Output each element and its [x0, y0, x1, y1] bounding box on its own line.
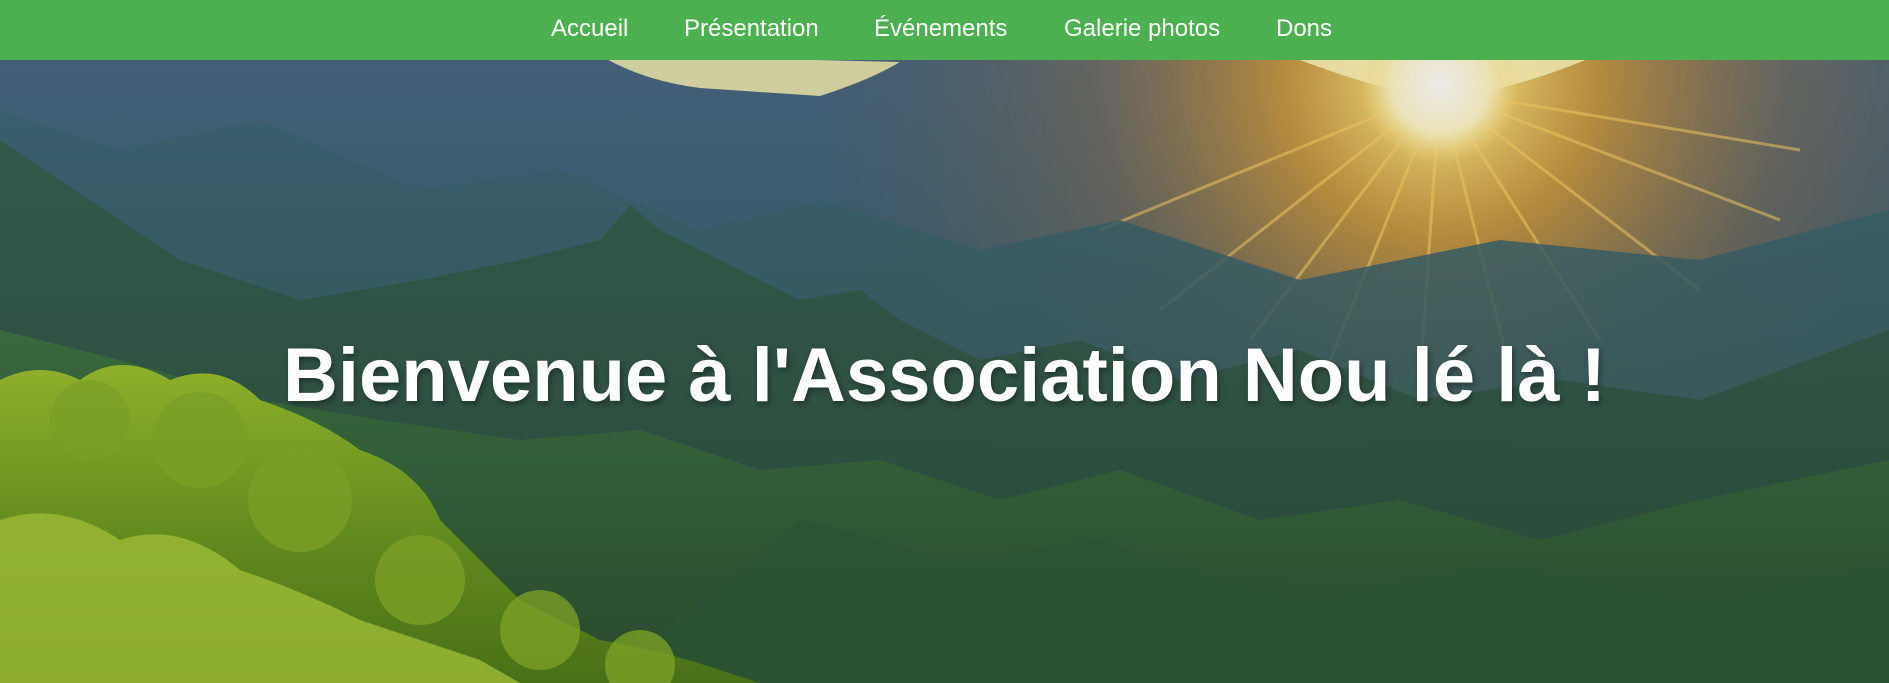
- nav-link-evenements[interactable]: Événements: [874, 14, 1007, 44]
- nav-link-galerie-photos[interactable]: Galerie photos: [1064, 14, 1220, 44]
- nav-menu: Accueil Présentation Événements Galerie …: [0, 0, 1889, 60]
- nav-link-dons[interactable]: Dons: [1276, 14, 1332, 44]
- hero-section: Bienvenue à l'Association Nou lé là !: [0, 60, 1889, 683]
- hero-title: Bienvenue à l'Association Nou lé là !: [282, 333, 1607, 418]
- nav-link-accueil[interactable]: Accueil: [551, 14, 628, 44]
- top-navbar: Accueil Présentation Événements Galerie …: [0, 0, 1889, 60]
- nav-link-presentation[interactable]: Présentation: [684, 14, 819, 44]
- page: Accueil Présentation Événements Galerie …: [0, 0, 1889, 683]
